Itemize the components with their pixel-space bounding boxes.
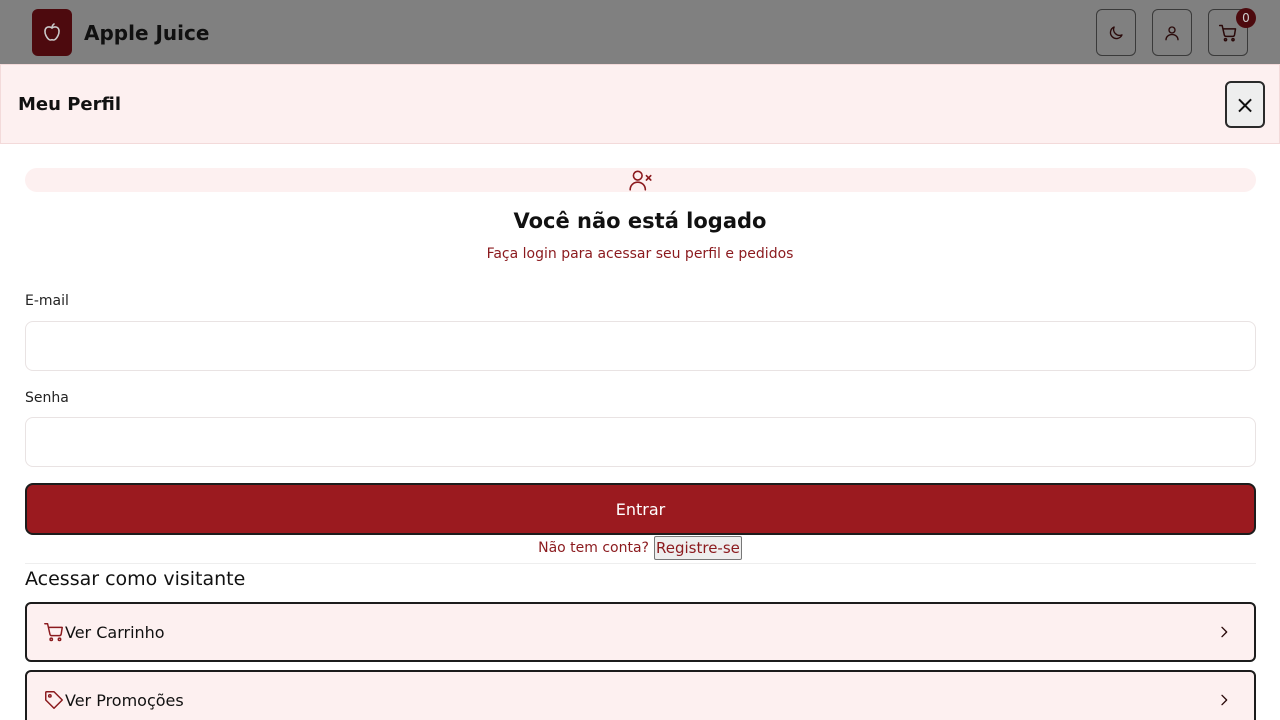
register-question: Não tem conta? xyxy=(538,540,649,556)
brand[interactable]: Apple Juice xyxy=(32,9,209,56)
register-row: Não tem conta? Registre-se xyxy=(0,536,1280,560)
profile-panel: Meu Perfil × Você não está logado Faça l… xyxy=(0,64,1280,720)
theme-toggle-button[interactable] xyxy=(1096,9,1136,56)
panel-title: Meu Perfil xyxy=(18,94,121,115)
panel-header: Meu Perfil × xyxy=(0,64,1280,144)
user-icon xyxy=(1165,25,1179,40)
divider xyxy=(25,563,1256,564)
apple-icon xyxy=(32,9,72,56)
email-label: E-mail xyxy=(25,293,69,309)
view-promotions-label: Ver Promoções xyxy=(65,690,184,710)
brand-name: Apple Juice xyxy=(84,20,210,45)
close-button[interactable]: × xyxy=(1225,81,1265,128)
register-link[interactable]: Registre-se xyxy=(654,536,742,560)
view-promotions-button[interactable]: Ver Promoções xyxy=(25,670,1256,720)
status-icon-strip xyxy=(25,168,1256,192)
chevron-right-icon xyxy=(1221,694,1228,706)
profile-button[interactable] xyxy=(1152,9,1192,56)
email-field[interactable] xyxy=(25,321,1256,371)
cart-icon xyxy=(44,623,63,642)
cart-button[interactable]: 0 xyxy=(1208,8,1256,56)
tag-icon xyxy=(45,691,63,709)
view-cart-button[interactable]: Ver Carrinho xyxy=(25,602,1256,662)
view-cart-label: Ver Carrinho xyxy=(65,622,165,642)
logged-out-subheading: Faça login para acessar seu perfil e ped… xyxy=(486,246,794,262)
password-label: Senha xyxy=(25,390,69,406)
guest-section-title: Acessar como visitante xyxy=(25,568,246,590)
moon-icon xyxy=(1109,25,1123,39)
chevron-right-icon xyxy=(1221,626,1228,638)
cart-count-badge: 0 xyxy=(1236,8,1256,28)
close-icon: × xyxy=(1234,90,1256,119)
user-x-icon xyxy=(628,170,652,191)
logged-out-heading: Você não está logado xyxy=(513,209,767,233)
password-field[interactable] xyxy=(25,417,1256,467)
cart-icon xyxy=(1218,24,1237,42)
top-header: Apple Juice 0 xyxy=(0,0,1280,64)
login-button[interactable]: Entrar xyxy=(25,483,1256,535)
